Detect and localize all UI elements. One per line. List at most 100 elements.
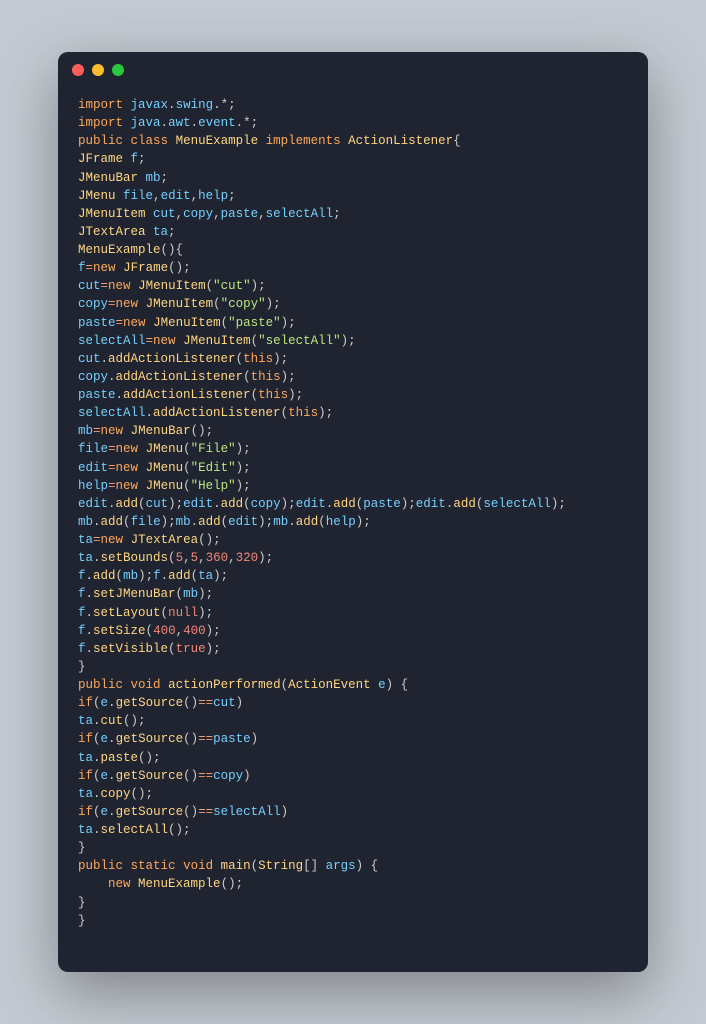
code-line: JMenu file,edit,help; [78,187,628,205]
code-token: add [198,515,221,529]
code-token: () [183,769,198,783]
code-token: mb [78,424,93,438]
code-token: if [78,769,93,783]
code-token: ; [161,171,169,185]
code-line: f.setVisible(true); [78,640,628,658]
code-token: selectAll [213,805,281,819]
code-token: "paste" [228,316,281,330]
code-token [123,134,131,148]
code-token: } [78,660,86,674]
code-token [116,189,124,203]
code-line: cut=new JMenuItem("cut"); [78,277,628,295]
code-token: ) [281,805,289,819]
code-line: f=new JFrame(); [78,259,628,277]
code-token: selectAll [101,823,169,837]
code-token: copy [78,297,108,311]
code-token: . [108,805,116,819]
code-token: ); [258,551,273,565]
code-token: public [78,678,123,692]
code-token: . [86,606,94,620]
code-token: . [288,515,296,529]
code-token [78,877,108,891]
code-token: ( [243,497,251,511]
code-token: file [123,189,153,203]
code-token: JMenuItem [78,207,146,221]
code-token [116,261,124,275]
code-token: mb [146,171,161,185]
code-token: 400 [153,624,176,638]
code-token: . [116,388,124,402]
code-token: . [93,823,101,837]
code-line: public class MenuExample implements Acti… [78,132,628,150]
code-token: f [78,569,86,583]
code-token: . [108,769,116,783]
code-token: ) [243,769,251,783]
code-token: (); [123,714,146,728]
code-token: getSource [116,769,184,783]
code-token: getSource [116,696,184,710]
code-token: actionPerformed [168,678,281,692]
code-token: ( [281,406,289,420]
code-token: (){ [161,243,184,257]
code-token: copy [183,207,213,221]
code-token: . [191,515,199,529]
close-dot-icon[interactable] [72,64,84,76]
code-line: ta.setBounds(5,5,360,320); [78,549,628,567]
code-token: ( [206,279,214,293]
zoom-dot-icon[interactable] [112,64,124,76]
code-token [138,171,146,185]
code-token: ); [266,297,281,311]
code-token: ; [168,225,176,239]
code-token: JMenu [78,189,116,203]
code-token: ( [146,624,154,638]
code-token: . [101,352,109,366]
code-token: addActionListener [108,352,236,366]
code-token [341,134,349,148]
code-token: ); [138,569,153,583]
code-line: if(e.getSource()==cut) [78,694,628,712]
code-token: ta [153,225,168,239]
code-token [138,442,146,456]
code-token [258,134,266,148]
code-line: selectAll=new JMenuItem("selectAll"); [78,332,628,350]
code-token: () [183,805,198,819]
code-line: JMenuBar mb; [78,169,628,187]
code-token: ta [78,714,93,728]
code-token: . [93,515,101,529]
code-token: new [93,261,116,275]
code-token: null [168,606,198,620]
code-token: help [198,189,228,203]
code-token: public [78,859,123,873]
code-token: java [131,116,161,130]
code-token [146,225,154,239]
code-token: 5 [191,551,199,565]
code-line: } [78,894,628,912]
code-token: f [78,642,86,656]
code-token: . [93,714,101,728]
code-token: addActionListener [153,406,281,420]
code-token: = [108,297,116,311]
code-token: this [243,352,273,366]
code-token: ( [168,642,176,656]
code-token: JMenuBar [78,171,138,185]
code-token: add [333,497,356,511]
code-token: awt [168,116,191,130]
code-token: . [213,497,221,511]
code-token: [] [303,859,326,873]
code-line: copy.addActionListener(this); [78,368,628,386]
code-line: selectAll.addActionListener(this); [78,404,628,422]
code-line: JMenuItem cut,copy,paste,selectAll; [78,205,628,223]
code-token: MenuExample [138,877,221,891]
code-token: ( [116,569,124,583]
code-line: file=new JMenu("File"); [78,440,628,458]
code-token: f [78,624,86,638]
code-token: (); [221,877,244,891]
code-token: MenuExample [176,134,259,148]
code-token: ( [183,479,191,493]
code-token: . [108,696,116,710]
code-token: ); [236,442,251,456]
code-token: help [326,515,356,529]
code-line: JTextArea ta; [78,223,628,241]
code-token: 320 [236,551,259,565]
minimize-dot-icon[interactable] [92,64,104,76]
